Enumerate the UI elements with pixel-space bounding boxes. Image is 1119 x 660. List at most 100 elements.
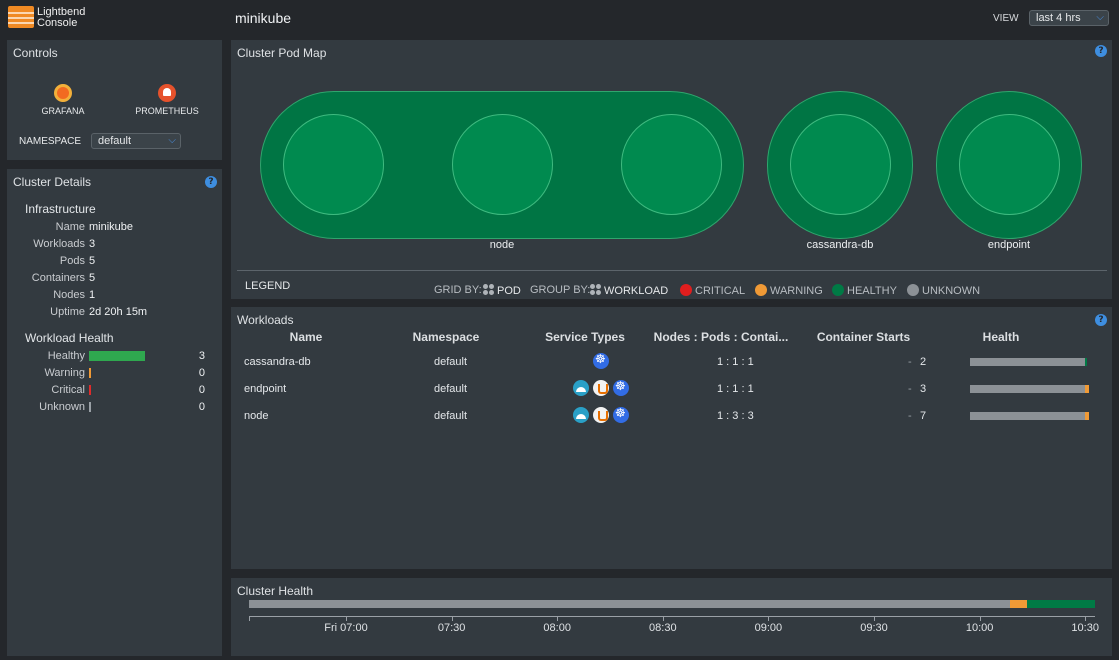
workload-name[interactable]: endpoint: [244, 383, 286, 395]
health-bar: [89, 368, 91, 378]
group-label-node: node: [489, 239, 515, 251]
infra-value: 5: [89, 255, 96, 267]
workload-health-bar[interactable]: [970, 358, 1090, 366]
health-count: 0: [198, 384, 205, 396]
grafana-label: GRAFANA: [41, 106, 85, 116]
pod-map-title: Cluster Pod Map: [237, 46, 327, 60]
timeline-tick: [874, 616, 875, 621]
legend-healthy[interactable]: HEALTHY: [832, 284, 897, 297]
prometheus-link[interactable]: PROMETHEUS: [127, 84, 207, 116]
logo-text-line2: Console: [37, 17, 78, 29]
workload-health-bar[interactable]: [970, 412, 1090, 420]
infra-value: 2d 20h 15m: [89, 306, 148, 318]
lightbend-console-logo[interactable]: Lightbend Console: [8, 6, 98, 30]
cluster-health-bar[interactable]: [249, 600, 1095, 608]
workload-health-bar[interactable]: [970, 385, 1090, 393]
view-label: VIEW: [993, 13, 1019, 24]
legend-title: LEGEND: [245, 280, 291, 292]
infra-value: 3: [89, 238, 96, 250]
pod-circle[interactable]: [283, 114, 384, 215]
group-by-value: WORKLOAD: [604, 285, 669, 297]
workload-group-endpoint[interactable]: [936, 91, 1082, 239]
column-header-container-starts[interactable]: Container Starts: [806, 330, 921, 344]
group-label-endpoint: endpoint: [987, 239, 1031, 251]
cluster-details-panel: Cluster Details ? Infrastructure Name min…: [7, 169, 222, 656]
grafana-link[interactable]: GRAFANA: [33, 84, 93, 116]
pod-circle[interactable]: [959, 114, 1060, 215]
health-bar: [89, 385, 91, 395]
column-header-health[interactable]: Health: [961, 330, 1041, 344]
table-row[interactable]: node default 1 : 3 : 3 -7: [237, 403, 1097, 430]
health-bar: [89, 402, 91, 412]
timeline-tick-label: 08:30: [649, 622, 677, 634]
column-header-namespace[interactable]: Namespace: [396, 330, 496, 344]
pod-circle[interactable]: [621, 114, 722, 215]
workload-namespace: default: [434, 410, 468, 422]
nodes-pods-containers: 1 : 1 : 1: [717, 356, 754, 368]
unknown-dot-icon: [907, 284, 919, 296]
kubernetes-icon: [613, 379, 629, 396]
column-header-service-types[interactable]: Service Types: [530, 330, 640, 344]
starts-sparkline: -: [908, 383, 912, 395]
group-by-workload-option[interactable]: WORKLOAD: [590, 284, 668, 297]
prometheus-label: PROMETHEUS: [135, 106, 199, 116]
workload-group-node[interactable]: [260, 91, 744, 239]
legend-critical[interactable]: CRITICAL: [680, 284, 745, 297]
timeline-axis: [249, 616, 1095, 617]
view-time-select[interactable]: last 4 hrs ⌵: [1029, 10, 1109, 26]
infra-value: minikube: [89, 221, 134, 233]
java-icon: [593, 380, 609, 396]
infra-key: Workloads: [33, 238, 85, 250]
grid-by-value: POD: [497, 285, 521, 297]
help-icon[interactable]: ?: [1095, 45, 1107, 57]
cluster-health-panel: Cluster Health Fri 07:00 07:30 08:00 08:30 0…: [231, 578, 1112, 656]
cluster-details-title: Cluster Details: [13, 175, 92, 189]
grid-by-pod-option[interactable]: POD: [483, 284, 521, 297]
health-segment-warning: [1085, 385, 1089, 393]
cluster-health-segment-warning: [1010, 600, 1027, 608]
workload-name[interactable]: cassandra-db: [244, 356, 311, 368]
infra-key: Pods: [59, 255, 85, 267]
kubernetes-icon: [593, 352, 609, 369]
health-key: Critical: [51, 384, 85, 396]
health-key: Healthy: [47, 350, 85, 362]
java-icon: [593, 407, 609, 423]
timeline-tick-label: 10:30: [1071, 622, 1099, 634]
container-starts: 3: [920, 383, 927, 395]
column-header-nodes-pods-containers[interactable]: Nodes : Pods : Contai...: [651, 330, 791, 344]
grafana-icon: [54, 84, 72, 102]
workload-group-cassandra-db[interactable]: [767, 91, 913, 239]
column-header-name[interactable]: Name: [261, 330, 351, 344]
health-count: 3: [198, 350, 205, 362]
table-row[interactable]: cassandra-db default 1 : 1 : 1 -2: [237, 349, 1097, 376]
workload-name[interactable]: node: [244, 410, 268, 422]
table-row[interactable]: endpoint default 1 : 1 : 1 -3: [237, 376, 1097, 403]
health-bar: [89, 351, 145, 361]
pod-circle[interactable]: [452, 114, 553, 215]
health-segment-healthy: [1085, 358, 1087, 366]
infra-key: Nodes: [53, 289, 85, 301]
legend-healthy-label: HEALTHY: [847, 285, 897, 297]
timeline-tick: [346, 616, 347, 621]
health-key: Warning: [44, 367, 85, 379]
timeline-tick: [451, 616, 453, 621]
legend-unknown-label: UNKNOWN: [922, 285, 981, 297]
view-time-value: last 4 hrs: [1036, 12, 1081, 24]
legend-warning[interactable]: WARNING: [755, 284, 823, 297]
legend-warning-label: WARNING: [770, 285, 823, 297]
timeline-tick: [662, 616, 664, 621]
workload-health-heading: Workload Health: [25, 331, 114, 345]
workloads-title: Workloads: [237, 313, 294, 327]
pod-circle[interactable]: [790, 114, 891, 215]
timeline-tick: [979, 616, 981, 621]
help-icon[interactable]: ?: [1095, 314, 1107, 326]
workloads-panel: Workloads ? Name Namespace Service Types…: [231, 307, 1112, 569]
group-icon: [590, 284, 602, 296]
timeline-tick-label: 09:30: [860, 622, 888, 634]
cluster-name: minikube: [235, 10, 292, 26]
namespace-select[interactable]: default ⌵: [91, 133, 181, 149]
help-icon[interactable]: ?: [205, 176, 217, 188]
workload-namespace: default: [434, 356, 468, 368]
starts-sparkline: -: [908, 410, 912, 422]
legend-unknown[interactable]: UNKNOWN: [907, 284, 980, 297]
